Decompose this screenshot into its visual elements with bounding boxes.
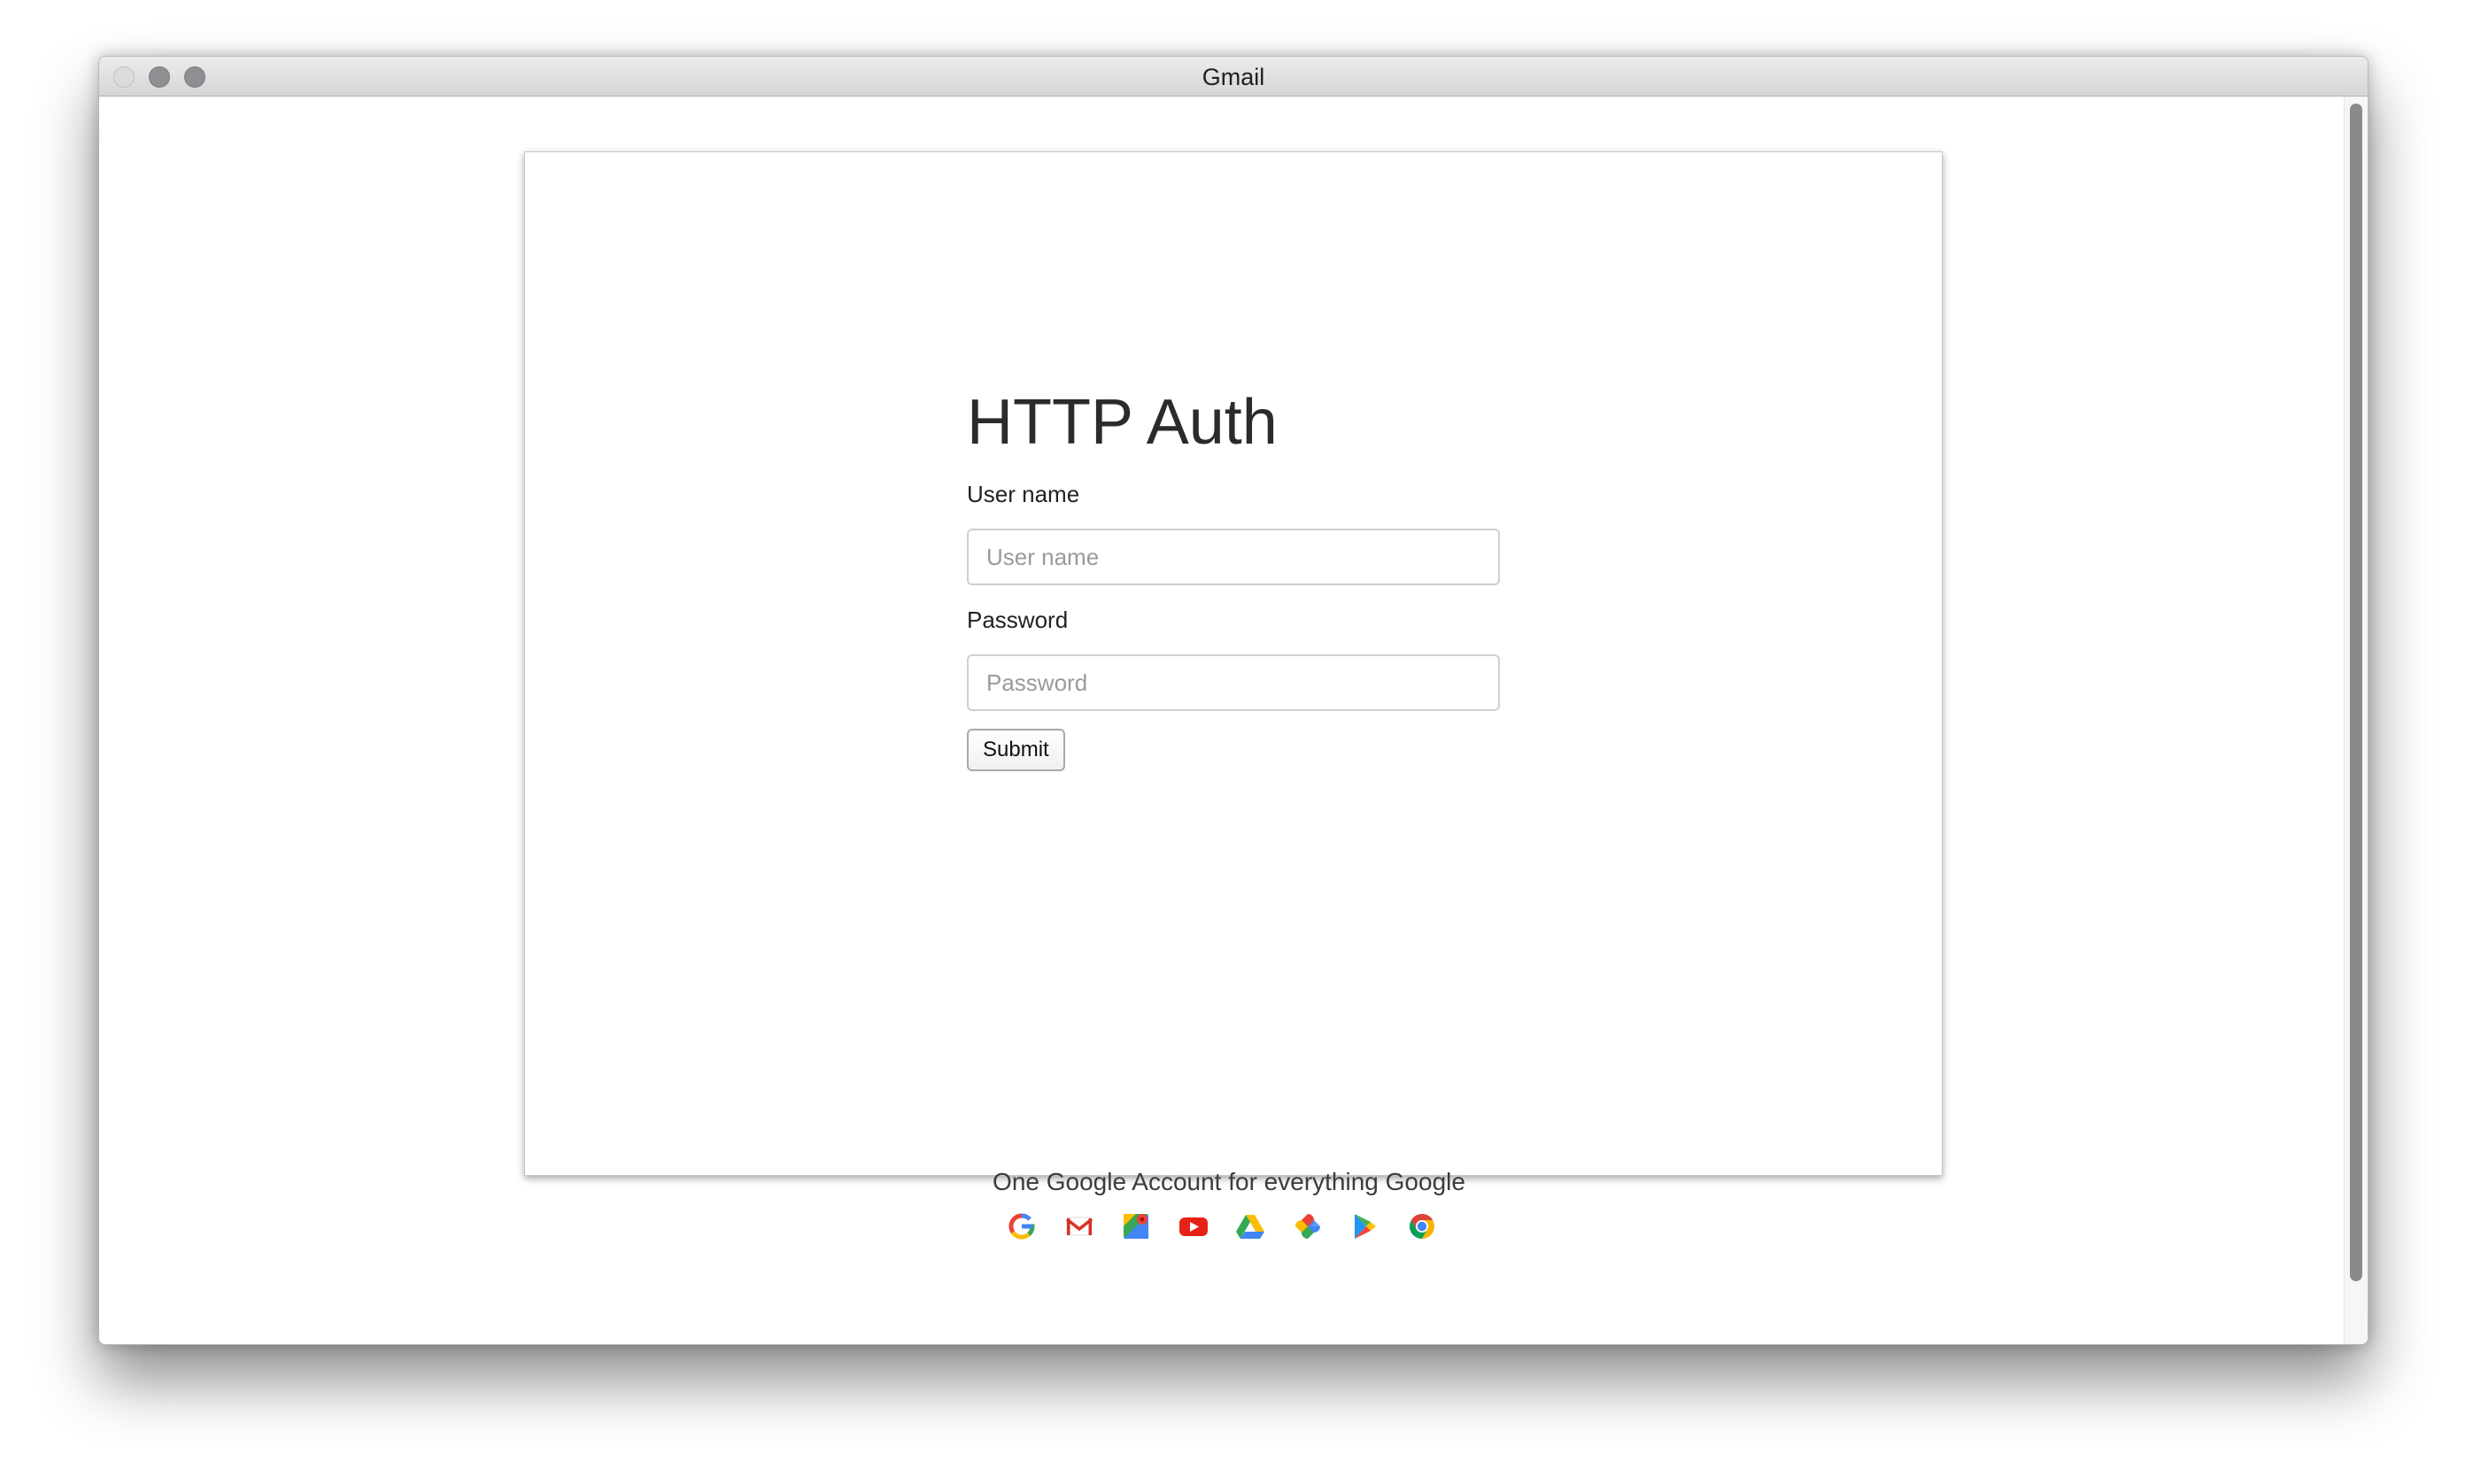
google-apps-icon-row	[99, 1210, 2345, 1242]
photos-icon	[1292, 1210, 1324, 1242]
vertical-scrollbar[interactable]	[2344, 97, 2368, 1344]
username-input[interactable]	[967, 529, 1500, 585]
footer-tagline: One Google Account for everything Google	[993, 1168, 1465, 1195]
scrollbar-thumb[interactable]	[2350, 104, 2362, 1281]
page-viewport: HTTP Auth User name Password Submit One …	[99, 97, 2345, 1344]
http-auth-dialog: HTTP Auth User name Password Submit	[524, 151, 1943, 1176]
username-label: User name	[967, 481, 1080, 507]
gmail-icon	[1063, 1210, 1095, 1242]
submit-button[interactable]: Submit	[967, 729, 1065, 771]
maps-icon	[1120, 1210, 1152, 1242]
title-bar: Gmail	[99, 57, 2368, 97]
chrome-icon	[1406, 1210, 1438, 1242]
drive-icon	[1234, 1210, 1266, 1242]
youtube-icon	[1178, 1210, 1209, 1242]
window-title: Gmail	[1202, 64, 1265, 90]
dialog-title: HTTP Auth	[967, 387, 1278, 458]
play-store-icon	[1348, 1210, 1380, 1242]
browser-window: Gmail HTTP Auth User name Password Submi…	[98, 56, 2368, 1345]
google-icon	[1006, 1210, 1038, 1242]
password-label: Password	[967, 607, 1069, 633]
auth-form: HTTP Auth User name Password Submit	[967, 369, 1500, 771]
password-input[interactable]	[967, 654, 1500, 711]
footer: One Google Account for everything Google	[99, 1164, 2345, 1242]
